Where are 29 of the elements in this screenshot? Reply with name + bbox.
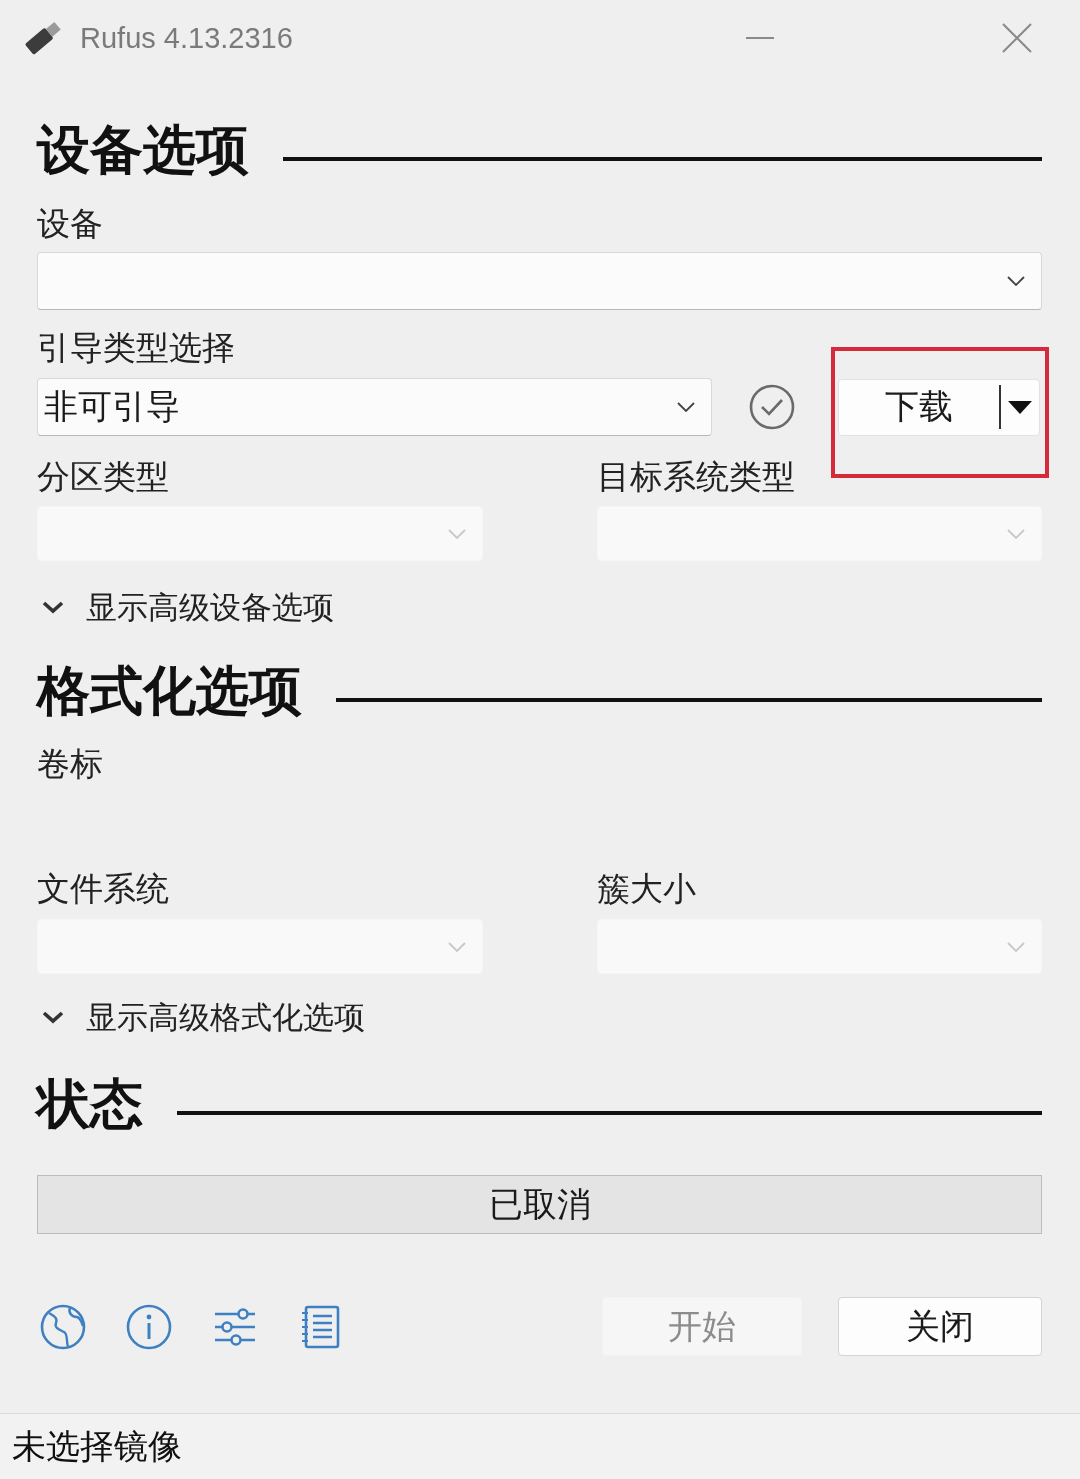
field-label: 簇大小 <box>597 869 696 909</box>
dropdown-arrow-icon <box>1008 400 1032 414</box>
chevron-down-icon <box>1007 276 1025 286</box>
download-button[interactable]: 下载 <box>838 378 1040 436</box>
chevron-down-icon <box>448 941 466 952</box>
status-bar-text: 未选择镜像 <box>12 1424 182 1468</box>
chevron-down-icon <box>448 528 466 539</box>
close-button[interactable]: 关闭 <box>838 1297 1042 1356</box>
field-label: 设备 <box>37 204 103 244</box>
chevron-down-icon <box>1007 528 1025 539</box>
field-label: 卷标 <box>37 744 103 784</box>
section-heading: 设备选项 <box>37 118 249 182</box>
close-icon[interactable] <box>1002 23 1032 53</box>
minimize-icon[interactable] <box>746 36 774 40</box>
advanced-options-toggle[interactable]: 显示高级格式化选项 <box>37 997 365 1037</box>
section-heading: 格式化选项 <box>37 659 302 723</box>
field-label: 分区类型 <box>37 457 169 497</box>
check-circle-icon[interactable] <box>749 384 795 430</box>
globe-icon[interactable] <box>40 1303 86 1350</box>
window-title: Rufus 4.13.2316 <box>80 21 293 55</box>
advanced-options-toggle[interactable]: 显示高级设备选项 <box>37 587 334 627</box>
chevron-down-icon <box>1007 941 1025 952</box>
field-label: 目标系统类型 <box>597 457 795 497</box>
field-label: 引导类型选择 <box>37 328 235 368</box>
info-icon[interactable] <box>126 1303 172 1350</box>
boot-selection-dropdown[interactable]: 非可引导 <box>37 378 712 436</box>
status-display: 已取消 <box>37 1175 1042 1234</box>
field-label: 文件系统 <box>37 869 169 909</box>
chevron-down-icon <box>677 402 695 412</box>
